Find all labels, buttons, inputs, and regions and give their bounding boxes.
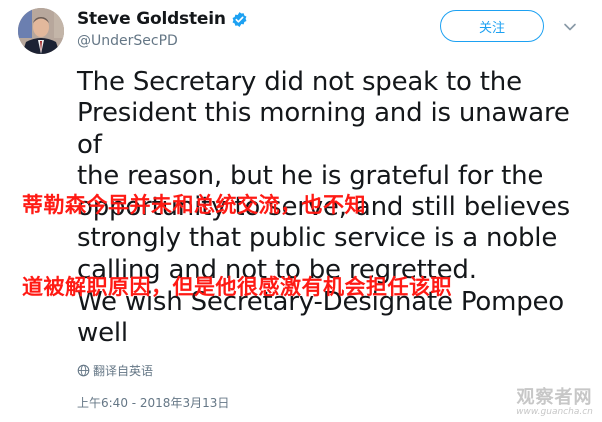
- verified-badge-icon: [231, 11, 248, 28]
- author-name[interactable]: Steve Goldstein: [77, 9, 226, 29]
- watermark: 观察者网 www.guancha.cn: [507, 383, 602, 422]
- follow-button[interactable]: 关注: [440, 10, 544, 42]
- avatar-photo: [18, 8, 64, 54]
- translate-label[interactable]: 翻译自英语: [93, 362, 153, 379]
- translate-link[interactable]: 翻译自英语: [77, 362, 153, 379]
- tweet-timestamp[interactable]: 上午6:40 - 2018年3月13日: [77, 394, 229, 411]
- avatar[interactable]: [18, 8, 64, 54]
- watermark-logo-text: 观察者网: [516, 387, 593, 408]
- tweet-paragraph-1: The Secretary did not speak to the Presi…: [77, 67, 570, 285]
- globe-icon: [77, 364, 90, 377]
- overlay-caption-line-2: 道被解职原因，但是他很感激有机会担任该职: [22, 275, 452, 299]
- author-handle[interactable]: @UnderSecPD: [77, 33, 248, 49]
- overlay-caption-line-1: 蒂勒森今早并未和总统交流，也不知: [22, 193, 366, 217]
- chevron-down-icon[interactable]: [563, 20, 577, 34]
- watermark-url: www.guancha.cn: [516, 407, 593, 417]
- tweet-author: Steve Goldstein @UnderSecPD: [77, 9, 248, 49]
- author-name-row: Steve Goldstein: [77, 9, 248, 29]
